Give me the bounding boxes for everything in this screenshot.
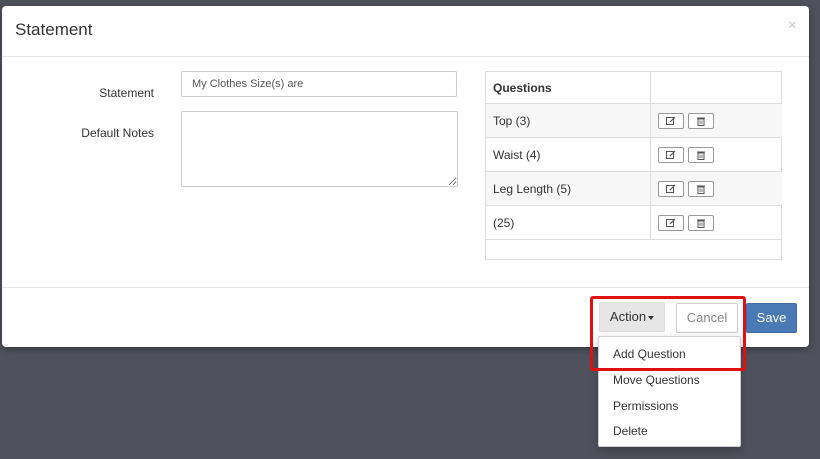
row-actions	[650, 103, 782, 138]
table-row: (25)	[486, 205, 782, 240]
edit-button[interactable]	[658, 180, 684, 197]
edit-icon	[666, 184, 676, 193]
statement-modal: Statement × Statement Default Notes Ques…	[2, 6, 809, 347]
delete-button[interactable]	[688, 112, 715, 129]
delete-button[interactable]	[688, 214, 715, 231]
actions-header	[650, 72, 782, 104]
save-button[interactable]: Save	[746, 303, 797, 333]
caret-down-icon	[648, 315, 655, 320]
questions-table: Questions Top (3) Waist (4) Leg Length (…	[486, 72, 782, 240]
modal-header: Statement ×	[2, 6, 809, 57]
questions-table-header: Questions	[486, 72, 782, 104]
table-row: Waist (4)	[486, 137, 782, 172]
trash-icon	[697, 117, 706, 126]
action-button-label: Action	[609, 309, 647, 324]
edit-button[interactable]	[658, 146, 684, 163]
row-actions	[650, 205, 782, 240]
row-actions	[650, 137, 782, 172]
row-actions	[650, 171, 782, 206]
default-notes-label: Default Notes	[81, 126, 154, 140]
question-name: (25)	[486, 205, 651, 240]
questions-header: Questions	[486, 72, 651, 104]
default-notes-textarea[interactable]	[181, 111, 458, 187]
question-name: Waist (4)	[486, 137, 651, 172]
statement-label: Statement	[99, 86, 154, 100]
question-name: Leg Length (5)	[486, 171, 651, 206]
edit-icon	[666, 150, 676, 159]
menu-item-delete[interactable]: Delete	[613, 424, 648, 438]
questions-table-container: Questions Top (3) Waist (4) Leg Length (…	[485, 71, 782, 260]
table-row: Leg Length (5)	[486, 171, 782, 206]
edit-button[interactable]	[658, 112, 684, 129]
edit-icon	[666, 116, 676, 125]
cancel-button[interactable]: Cancel	[676, 303, 738, 333]
edit-icon	[666, 218, 676, 227]
table-row: Top (3)	[486, 103, 782, 138]
footer-divider	[2, 287, 809, 288]
delete-button[interactable]	[688, 146, 715, 163]
action-dropdown-button[interactable]: Action	[599, 302, 665, 332]
modal-title: Statement	[15, 20, 93, 39]
menu-item-permissions[interactable]: Permissions	[613, 399, 678, 413]
edit-button[interactable]	[658, 214, 684, 231]
action-dropdown-menu: Add Question Move Questions Permissions …	[598, 336, 741, 447]
menu-item-move-questions[interactable]: Move Questions	[613, 373, 700, 387]
menu-item-add-question[interactable]: Add Question	[613, 347, 686, 361]
trash-icon	[697, 219, 706, 228]
question-name: Top (3)	[486, 103, 651, 138]
trash-icon	[697, 151, 706, 160]
trash-icon	[697, 185, 706, 194]
statement-input[interactable]	[181, 71, 457, 97]
delete-button[interactable]	[688, 180, 715, 197]
close-icon[interactable]: ×	[788, 18, 797, 34]
